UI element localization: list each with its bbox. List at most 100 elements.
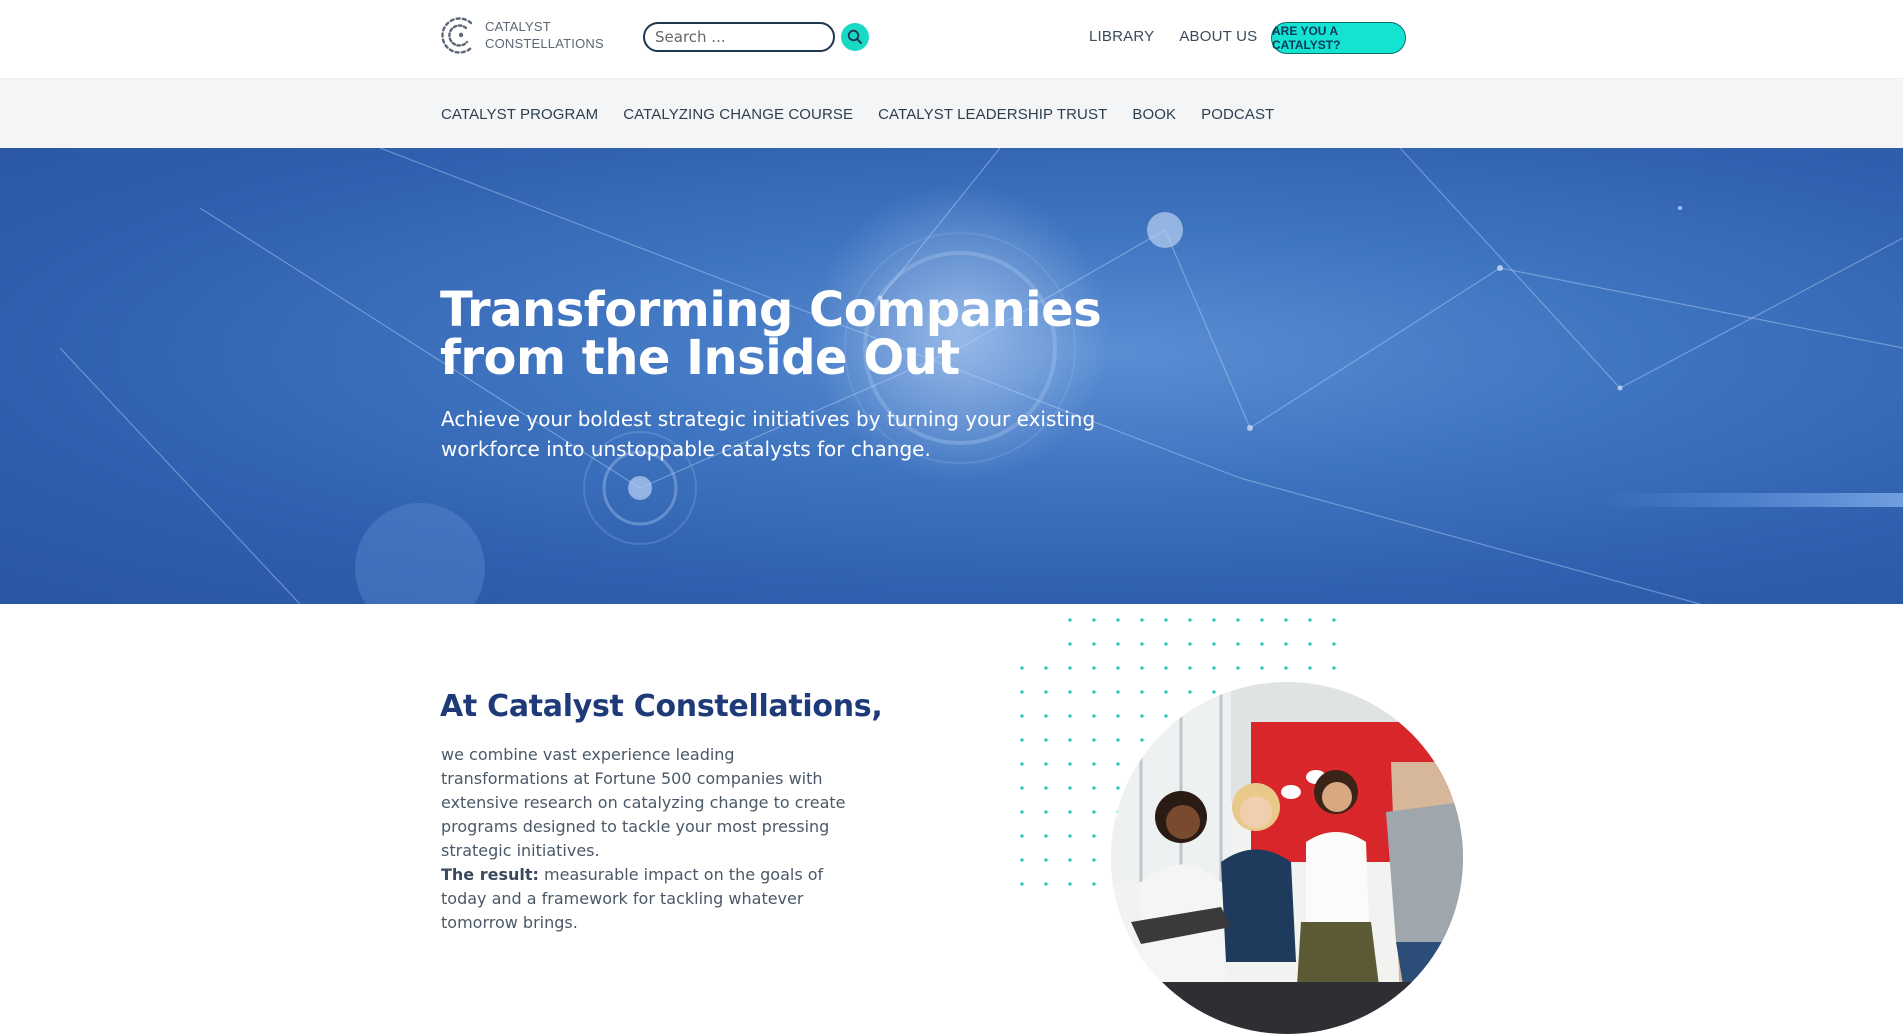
decorative-dot [1068, 666, 1072, 670]
hero-title: Transforming Companies from the Inside O… [440, 286, 1140, 382]
decorative-dot [1116, 714, 1120, 718]
decorative-dot [1092, 858, 1096, 862]
decorative-dot [1044, 690, 1048, 694]
decorative-dot [1140, 618, 1144, 622]
decorative-dot [1260, 618, 1264, 622]
logo-line-1: CATALYST [485, 19, 551, 34]
decorative-dot [1188, 618, 1192, 622]
decorative-dot [1020, 858, 1024, 862]
search-button[interactable] [841, 23, 869, 51]
catalyst-logo-icon [441, 17, 474, 54]
decorative-dot [1188, 666, 1192, 670]
decorative-dot [1188, 690, 1192, 694]
hero-subtitle: Achieve your boldest strategic initiativ… [441, 407, 1096, 461]
decorative-dot [1260, 666, 1264, 670]
decorative-dot [1236, 618, 1240, 622]
decorative-dot [1068, 738, 1072, 742]
decorative-dot [1044, 834, 1048, 838]
decorative-dot [1092, 882, 1096, 886]
team-photo-image [1111, 682, 1463, 1034]
decorative-dot [1068, 642, 1072, 646]
decorative-dot [1068, 786, 1072, 790]
decorative-dot [1020, 666, 1024, 670]
decorative-dot [1140, 666, 1144, 670]
top-bar: CATALYST CONSTELLATIONS LIBRARY ABOUT US… [0, 0, 1903, 78]
decorative-dot [1044, 858, 1048, 862]
decorative-dot [1212, 642, 1216, 646]
search-input[interactable] [643, 22, 835, 52]
site-logo[interactable]: CATALYST CONSTELLATIONS [441, 14, 604, 56]
decorative-dot [1044, 714, 1048, 718]
decorative-dot [1140, 690, 1144, 694]
decorative-dot [1044, 666, 1048, 670]
decorative-dot [1092, 834, 1096, 838]
decorative-dot [1140, 642, 1144, 646]
decorative-dot [1308, 642, 1312, 646]
are-you-a-catalyst-button[interactable]: ARE YOU A CATALYST? [1271, 22, 1406, 54]
decorative-dot [1284, 666, 1288, 670]
decorative-dot [1116, 690, 1120, 694]
decorative-dot [1092, 738, 1096, 742]
decorative-dot [1164, 642, 1168, 646]
logo-line-2: CONSTELLATIONS [485, 36, 604, 51]
decorative-dot [1332, 666, 1336, 670]
decorative-dot [1284, 642, 1288, 646]
result-paragraph: The result: measurable impact on the goa… [441, 863, 851, 935]
decorative-dot [1092, 666, 1096, 670]
decorative-dot [1092, 642, 1096, 646]
decorative-dot [1068, 882, 1072, 886]
secondary-nav: CATALYST PROGRAM CATALYZING CHANGE COURS… [0, 78, 1903, 149]
decorative-dot [1068, 762, 1072, 766]
decorative-dot [1308, 618, 1312, 622]
decorative-dot [1116, 666, 1120, 670]
subnav-podcast[interactable]: PODCAST [1201, 106, 1274, 123]
decorative-dot [1092, 786, 1096, 790]
decorative-dot [1068, 810, 1072, 814]
decorative-dot [1140, 738, 1144, 742]
search-icon [847, 29, 862, 44]
decorative-dot [1044, 738, 1048, 742]
decorative-dot [1020, 762, 1024, 766]
decorative-dot [1116, 786, 1120, 790]
decorative-dot [1116, 762, 1120, 766]
decorative-dot [1068, 834, 1072, 838]
nav-about-us[interactable]: ABOUT US [1179, 28, 1257, 45]
decorative-dot [1020, 690, 1024, 694]
decorative-dot [1020, 786, 1024, 790]
intro-section: At Catalyst Constellations, we combine v… [0, 604, 1903, 1034]
nav-library[interactable]: LIBRARY [1089, 28, 1154, 45]
decorative-dot [1092, 618, 1096, 622]
subnav-catalyst-leadership-trust[interactable]: CATALYST LEADERSHIP TRUST [878, 106, 1107, 123]
decorative-dot [1044, 786, 1048, 790]
decorative-dot [1092, 690, 1096, 694]
decorative-dot [1068, 714, 1072, 718]
decorative-dot [1116, 618, 1120, 622]
decorative-dot [1044, 810, 1048, 814]
decorative-dot [1020, 738, 1024, 742]
decorative-dot [1020, 714, 1024, 718]
hero-banner: Transforming Companies from the Inside O… [0, 148, 1903, 604]
decorative-dot [1044, 762, 1048, 766]
decorative-dot [1332, 642, 1336, 646]
decorative-dot [1260, 642, 1264, 646]
decorative-dot [1212, 666, 1216, 670]
subnav-catalyst-program[interactable]: CATALYST PROGRAM [441, 106, 598, 123]
hero-title-line-2: from the Inside Out [440, 330, 960, 386]
subnav-book[interactable]: BOOK [1132, 106, 1176, 123]
decorative-dot [1188, 642, 1192, 646]
decorative-dot [1212, 690, 1216, 694]
decorative-dot [1164, 690, 1168, 694]
decorative-dot [1020, 882, 1024, 886]
subnav-catalyzing-change-course[interactable]: CATALYZING CHANGE COURSE [623, 106, 853, 123]
decorative-dot [1092, 762, 1096, 766]
decorative-dot [1116, 642, 1120, 646]
decorative-dot [1164, 666, 1168, 670]
top-nav: LIBRARY ABOUT US [1089, 28, 1257, 45]
decorative-dot [1332, 618, 1336, 622]
decorative-dot [1068, 858, 1072, 862]
decorative-dot [1116, 738, 1120, 742]
decorative-dot [1212, 618, 1216, 622]
decorative-dot [1140, 714, 1144, 718]
intro-paragraph: we combine vast experience leading trans… [441, 745, 846, 860]
decorative-dot [1164, 714, 1168, 718]
